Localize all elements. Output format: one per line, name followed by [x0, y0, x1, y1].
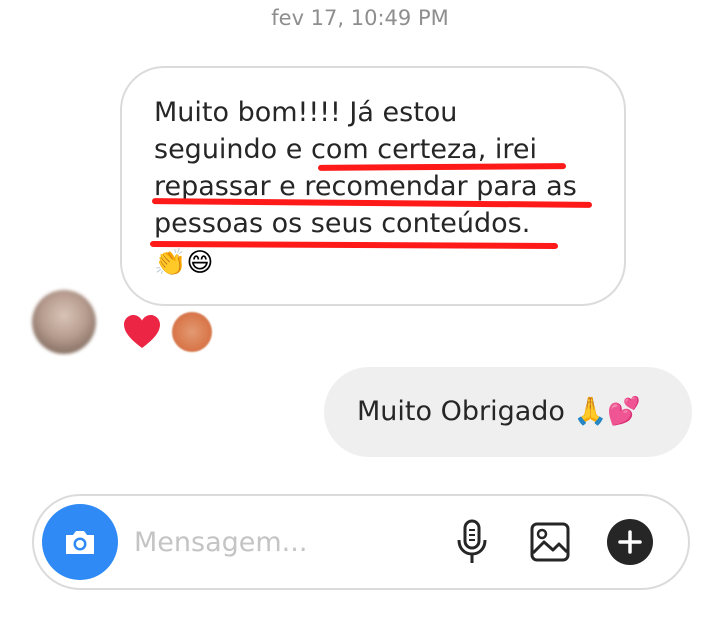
outgoing-message-bubble[interactable]: Muito Obrigado 🙏💕 — [324, 367, 692, 457]
more-options-button[interactable] — [606, 518, 654, 566]
heart-icon — [124, 315, 160, 348]
incoming-message-emojis: 👏😄 — [154, 248, 214, 278]
chat-screen: fev 17, 10:49 PM Muito bom!!!! Já estou … — [0, 0, 720, 622]
plus-icon — [607, 519, 653, 565]
gallery-button[interactable] — [526, 518, 574, 566]
microphone-icon — [457, 519, 487, 563]
message-reactions[interactable] — [120, 310, 212, 354]
outgoing-message-text: Muito Obrigado 🙏💕 — [357, 396, 641, 427]
camera-button[interactable] — [42, 504, 118, 580]
voice-message-button[interactable] — [448, 518, 496, 566]
message-input[interactable] — [134, 520, 434, 564]
message-composer — [32, 494, 690, 590]
reactor-avatar — [172, 312, 212, 352]
incoming-message-bubble[interactable]: Muito bom!!!! Já estou seguindo e com ce… — [120, 66, 626, 306]
gallery-icon — [530, 522, 570, 562]
sender-avatar[interactable] — [32, 290, 96, 354]
camera-icon — [66, 531, 94, 554]
message-timestamp: fev 17, 10:49 PM — [271, 6, 449, 30]
